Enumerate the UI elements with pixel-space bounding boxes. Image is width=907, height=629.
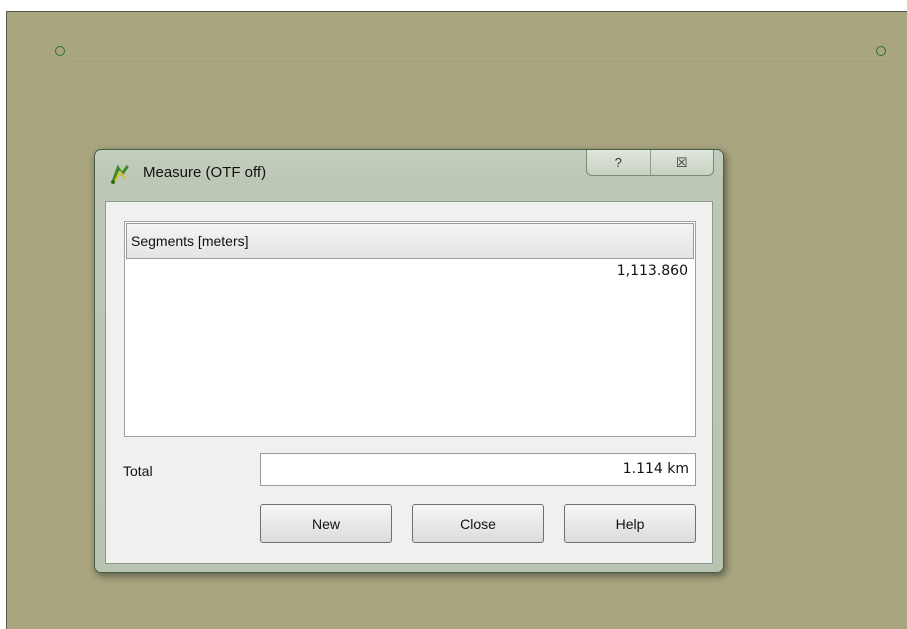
dialog-titlebar[interactable]: Measure (OTF off) ? ☒ xyxy=(95,150,723,194)
close-button[interactable]: Close xyxy=(412,504,544,543)
help-icon[interactable]: ? xyxy=(587,150,650,175)
help-button[interactable]: Help xyxy=(564,504,696,543)
measure-vertex-start[interactable] xyxy=(55,46,65,56)
measure-dialog: Measure (OTF off) ? ☒ Segments [meters] … xyxy=(94,149,724,573)
segments-header[interactable]: Segments [meters] xyxy=(126,223,694,259)
segments-table[interactable]: Segments [meters] 1,113.860 xyxy=(124,221,696,437)
measure-line xyxy=(71,61,889,62)
dialog-title: Measure (OTF off) xyxy=(143,164,267,181)
dialog-body: Segments [meters] 1,113.860 Total 1.114 … xyxy=(105,201,713,564)
title-buttons: ? ☒ xyxy=(586,150,714,176)
measure-vertex-end[interactable] xyxy=(876,46,886,56)
total-field[interactable]: 1.114 km xyxy=(260,453,696,486)
segment-value[interactable]: 1,113.860 xyxy=(617,263,688,279)
new-button[interactable]: New xyxy=(260,504,392,543)
close-icon[interactable]: ☒ xyxy=(649,150,714,175)
total-label: Total xyxy=(123,463,153,479)
qgis-measure-icon xyxy=(109,164,131,186)
